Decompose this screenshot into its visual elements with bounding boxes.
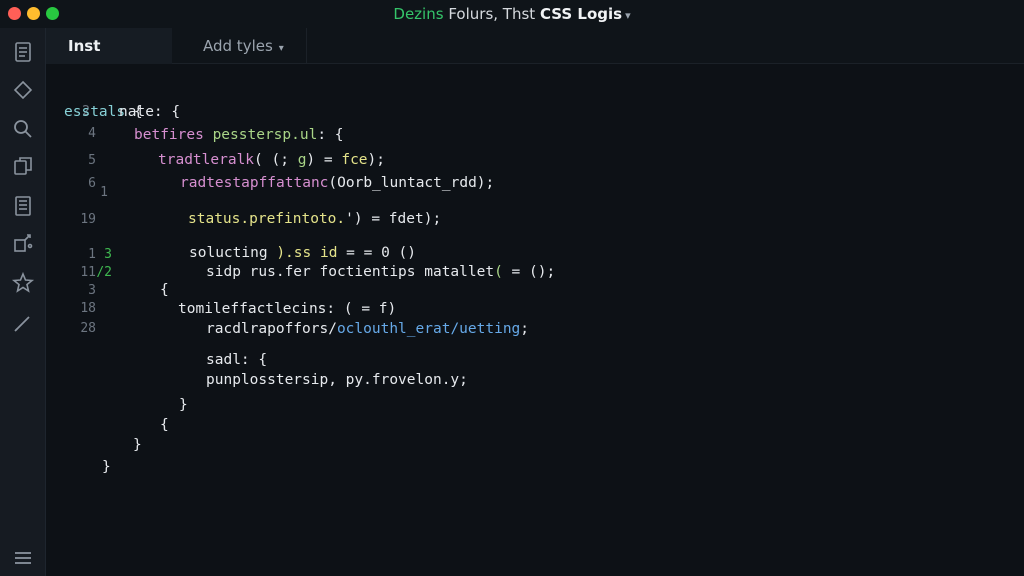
line-number: 19 — [80, 212, 96, 227]
code-token: { — [160, 282, 169, 298]
code-token: ( — [494, 264, 503, 280]
line-number: 18 — [80, 301, 96, 316]
code-token: racdlrapoffors/ — [206, 321, 337, 337]
pen-icon[interactable] — [11, 311, 35, 335]
code-line[interactable]: punplosstersip, py.frovelon.y; — [206, 372, 468, 388]
window-title-word-2: Folurs, Thst — [448, 5, 536, 23]
code-line[interactable]: } — [133, 437, 142, 453]
code-line[interactable]: } — [102, 459, 111, 475]
code-line[interactable]: betfires pesstersp.ul: { — [134, 127, 344, 143]
tab-label: Add tyles — [203, 37, 273, 55]
code-line[interactable]: tradtleralk( (; g) = fce); — [158, 152, 385, 168]
star-icon[interactable] — [11, 271, 35, 295]
document-icon[interactable] — [11, 194, 35, 218]
files-icon[interactable] — [11, 40, 35, 64]
code-line[interactable]: solucting ).ss id = = 0 () — [189, 245, 416, 261]
window-title-word-3: CSS Logis — [539, 5, 623, 23]
tab-bar: Inst fuction Add tyles ▾ — [46, 28, 1024, 91]
extensions-icon[interactable] — [11, 231, 35, 255]
code-token: ; — [520, 321, 530, 337]
code-token: (Oorb_luntact_rdd); — [328, 175, 495, 191]
code-token: ); — [367, 152, 386, 168]
code-token: } — [179, 397, 188, 413]
code-token: punplosstersip, py.frovelon.y; — [206, 372, 468, 388]
code-token: radtestapffattanc — [180, 175, 329, 191]
code-line[interactable]: racdlrapoffors/oclouthl_erat/uetting; — [206, 321, 529, 337]
tab-inst-fuction[interactable]: Inst fuction — [46, 28, 172, 91]
code-token: sadl: { — [206, 352, 268, 368]
code-line[interactable]: sadl: { — [206, 352, 267, 368]
code-token: oclouthl_erat/uetting — [336, 321, 521, 337]
code-token: status.prefintoto. — [188, 211, 346, 227]
code-line[interactable]: { — [160, 417, 169, 433]
code-token: solucting — [189, 245, 277, 261]
code-token: { — [160, 417, 169, 433]
code-token: = = 0 () — [337, 245, 416, 261]
code-token: tomileffactlecins: ( = f) — [178, 301, 397, 317]
code-token: betfires — [134, 127, 213, 143]
code-line[interactable]: nate: { — [119, 104, 180, 120]
title-chevron-down-icon: ▾ — [625, 9, 631, 22]
search-icon[interactable] — [11, 117, 35, 141]
copy-icon[interactable] — [11, 154, 35, 178]
line-number: 5 — [88, 153, 96, 168]
diamond-icon[interactable] — [11, 78, 35, 102]
line-number: 3 — [104, 247, 112, 262]
line-number: 1 — [100, 185, 108, 200]
menu-icon[interactable] — [11, 546, 35, 570]
code-token: nate: { — [119, 104, 181, 120]
code-token: esstals — [64, 104, 126, 120]
code-line[interactable]: sidp rus.fer foctientips matallet( = (); — [206, 264, 555, 280]
chevron-down-icon: ▾ — [278, 43, 284, 54]
code-editor[interactable]: 2 4 5 6 1 19 1 3 11/2 3 18 28 esstals {nate: {betfir… — [46, 64, 1024, 576]
code-line[interactable]: { — [160, 282, 169, 298]
code-token: ') = fdet); — [345, 211, 442, 227]
line-number: /2 — [96, 265, 112, 280]
code-token: tradtleralk — [158, 152, 255, 168]
window-title[interactable]: Dezins Folurs, Thst CSS Logis ▾ — [0, 5, 1024, 23]
window-title-word-1: Dezins — [393, 5, 444, 23]
code-token: } — [102, 459, 111, 475]
line-number: 4 — [88, 126, 96, 141]
code-token: pesstersp.ul — [212, 127, 318, 143]
tab-add-tyles[interactable]: Add tyles ▾ — [181, 28, 307, 64]
code-line[interactable]: radtestapffattanc(Oorb_luntact_rdd); — [180, 175, 494, 191]
code-token: ) = — [306, 152, 342, 168]
code-token: = (); — [502, 264, 556, 280]
line-number: 28 — [80, 321, 96, 336]
code-token: } — [133, 437, 142, 453]
code-token: ( (; — [254, 152, 298, 168]
code-line[interactable]: } — [179, 397, 188, 413]
line-number: 3 — [88, 283, 96, 298]
code-token: ).ss id — [276, 245, 338, 261]
code-line[interactable]: status.prefintoto.') = fdet); — [188, 211, 441, 227]
code-token: fce — [341, 152, 368, 168]
code-token: : { — [317, 127, 344, 143]
code-token: sidp rus.fer foctientips matallet — [206, 264, 495, 280]
title-bar: Dezins Folurs, Thst CSS Logis ▾ — [0, 0, 1024, 28]
code-line[interactable]: tomileffactlecins: ( = f) — [178, 301, 396, 317]
